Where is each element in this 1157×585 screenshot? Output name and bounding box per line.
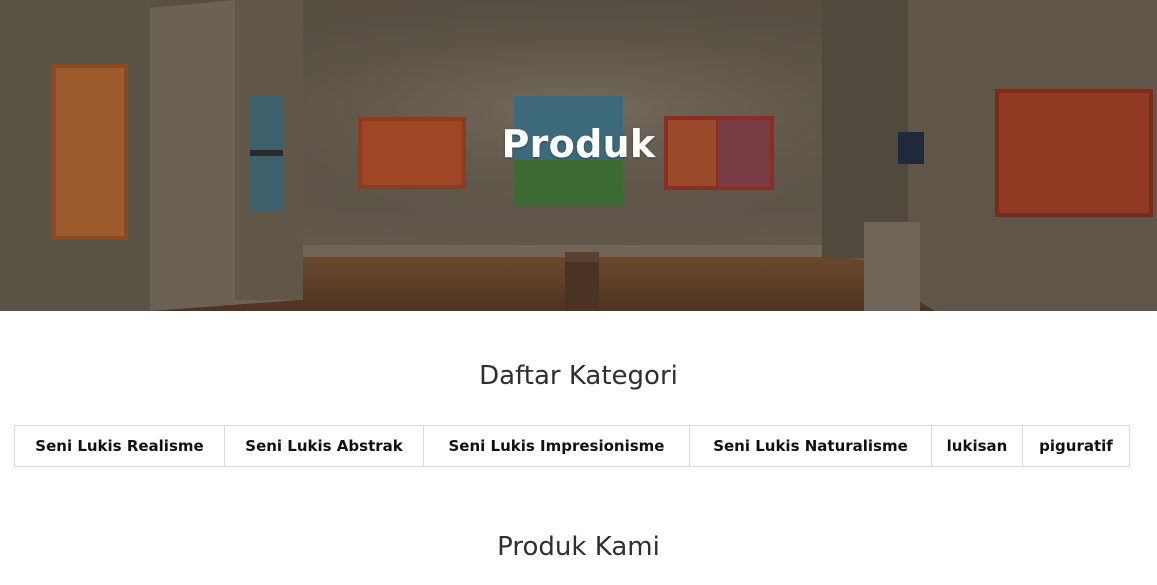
category-link-impresionisme[interactable]: Seni Lukis Impresionisme	[424, 426, 690, 466]
category-list: Seni Lukis Realisme Seni Lukis Abstrak S…	[14, 425, 1130, 467]
category-link-abstrak[interactable]: Seni Lukis Abstrak	[225, 426, 424, 466]
category-link-realisme[interactable]: Seni Lukis Realisme	[15, 426, 225, 466]
hero-banner: Produk	[0, 0, 1157, 311]
category-section-title: Daftar Kategori	[479, 361, 678, 391]
products-section-title: Produk Kami	[497, 532, 660, 562]
page-title: Produk	[501, 122, 656, 166]
category-link-lukisan[interactable]: lukisan	[932, 426, 1023, 466]
category-link-piguratif[interactable]: piguratif	[1023, 426, 1129, 466]
category-link-naturalisme[interactable]: Seni Lukis Naturalisme	[690, 426, 932, 466]
